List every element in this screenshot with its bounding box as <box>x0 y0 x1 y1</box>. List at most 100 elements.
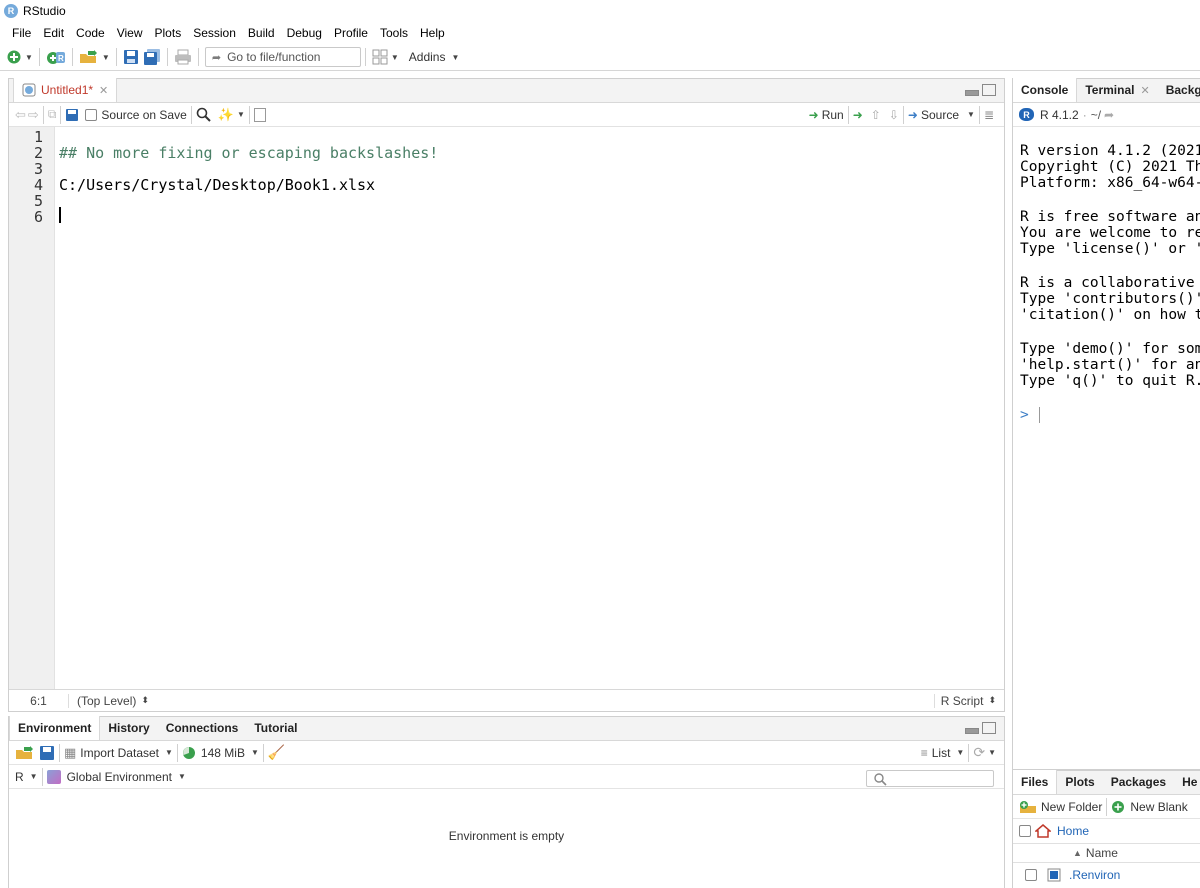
tab-history[interactable]: History <box>100 716 157 740</box>
toolbar-divider <box>902 105 904 124</box>
new-project-button[interactable]: R <box>44 46 68 68</box>
sort-ascending-icon: ▲ <box>1073 848 1082 858</box>
back-icon[interactable]: ⇦ <box>15 107 26 123</box>
files-pane: Files Plots Packages He New Folder New B… <box>1012 770 1200 888</box>
r-version-label: R 4.1.2 <box>1040 107 1079 122</box>
source-button[interactable]: Source <box>921 108 959 122</box>
toolbar-divider <box>38 48 40 66</box>
console-line: 'citation()' on how t <box>1020 307 1200 323</box>
memory-usage-label[interactable]: 148 MiB <box>201 746 245 760</box>
tab-environment[interactable]: Environment <box>9 716 101 740</box>
run-button[interactable]: Run <box>822 108 844 122</box>
broom-icon[interactable]: 🧹 <box>268 744 285 761</box>
new-file-button[interactable]: ▼ <box>4 46 35 68</box>
save-icon[interactable] <box>65 108 79 122</box>
tab-terminal[interactable]: Terminal ✕ <box>1077 78 1157 102</box>
line-number: 3 <box>33 160 43 178</box>
menu-debug[interactable]: Debug <box>281 26 328 40</box>
file-name-link[interactable]: .Renviron <box>1069 868 1120 882</box>
line-number: 5 <box>33 192 43 210</box>
language-selector[interactable]: R <box>15 770 24 784</box>
menu-edit[interactable]: Edit <box>37 26 70 40</box>
menu-profile[interactable]: Profile <box>328 26 374 40</box>
environment-scope-selector[interactable]: Global Environment <box>67 770 172 784</box>
import-dataset-button[interactable]: Import Dataset <box>80 746 159 760</box>
tab-background-jobs[interactable]: Backg <box>1158 78 1200 102</box>
menu-code[interactable]: Code <box>70 26 111 40</box>
save-icon <box>123 50 138 64</box>
env-search-input[interactable] <box>866 770 994 787</box>
menu-tools[interactable]: Tools <box>374 26 414 40</box>
minimize-pane-icon[interactable] <box>965 90 979 96</box>
tab-plots[interactable]: Plots <box>1057 770 1102 794</box>
print-button[interactable] <box>172 46 194 68</box>
console-line: Type 'q()' to quit R. <box>1020 373 1200 389</box>
source-window-controls <box>965 84 996 96</box>
file-checkbox[interactable] <box>1025 869 1037 881</box>
toolbar-divider <box>248 105 250 124</box>
toolbar-divider <box>71 48 73 66</box>
source-on-save-checkbox[interactable] <box>85 108 98 121</box>
addins-button[interactable]: Addins ▼ <box>407 46 462 68</box>
close-tab-icon[interactable]: ✕ <box>99 84 108 97</box>
maximize-pane-icon[interactable] <box>982 722 996 734</box>
save-button[interactable] <box>121 46 141 68</box>
tab-files[interactable]: Files <box>1013 770 1058 794</box>
tab-console[interactable]: Console <box>1013 78 1078 102</box>
run-arrow-icon: ➜ <box>808 107 819 122</box>
pane-layout-button[interactable]: ▼ <box>370 46 401 68</box>
text-cursor <box>59 207 61 223</box>
scope-selector[interactable]: (Top Level) <box>77 694 136 708</box>
working-directory[interactable]: ~/ <box>1091 108 1101 122</box>
rerun-icon[interactable]: ➜ <box>853 108 863 122</box>
go-to-directory-icon[interactable]: ➦ <box>1104 108 1114 122</box>
close-tab-icon[interactable]: ✕ <box>1140 84 1149 97</box>
menu-plots[interactable]: Plots <box>149 26 188 40</box>
search-icon[interactable] <box>196 107 212 123</box>
console-output[interactable]: R version 4.1.2 (2021 Copyright (C) 2021… <box>1013 127 1200 767</box>
compile-report-icon[interactable] <box>253 107 266 122</box>
show-in-window-icon[interactable]: ⧉ <box>48 107 57 122</box>
console-line: Type 'license()' or ' <box>1020 241 1200 257</box>
save-workspace-icon[interactable] <box>39 745 55 761</box>
menu-view[interactable]: View <box>111 26 149 40</box>
select-all-checkbox[interactable] <box>1019 825 1031 837</box>
forward-icon[interactable]: ⇨ <box>28 107 39 123</box>
load-workspace-icon[interactable] <box>15 745 35 761</box>
go-to-file-placeholder: Go to file/function <box>227 50 321 64</box>
r-script-file-icon <box>22 83 36 97</box>
new-folder-button[interactable]: New Folder <box>1041 800 1102 814</box>
menu-session[interactable]: Session <box>187 26 242 40</box>
tab-untitled1[interactable]: Untitled1* ✕ <box>13 78 118 102</box>
new-blank-file-button[interactable]: New Blank <box>1130 800 1187 814</box>
go-down-icon[interactable]: ⇩ <box>889 108 899 122</box>
go-to-file-input[interactable]: ➦ Go to file/function <box>204 47 361 67</box>
list-view-button[interactable]: List <box>932 746 951 760</box>
name-column-header[interactable]: Name <box>1086 846 1118 860</box>
tab-help[interactable]: He <box>1174 770 1200 794</box>
document-outline-icon[interactable]: ≣ <box>984 108 994 122</box>
console-tabstrip: Console Terminal ✕ Backg <box>1013 78 1200 103</box>
code-editor[interactable]: ## No more fixing or escaping backslashe… <box>56 127 1004 690</box>
memory-usage-icon <box>182 746 195 759</box>
console-prompt: > <box>1020 407 1029 423</box>
env-scope-bar: R ▼ Global Environment ▼ <box>9 765 1004 789</box>
go-up-icon[interactable]: ⇧ <box>871 108 881 122</box>
toolbar-divider <box>1106 797 1108 816</box>
maximize-pane-icon[interactable] <box>982 84 996 96</box>
refresh-icon[interactable]: ⟳ <box>973 744 985 761</box>
menu-build[interactable]: Build <box>242 26 281 40</box>
menu-file[interactable]: File <box>6 26 37 40</box>
open-file-button[interactable]: ▼ <box>77 46 112 68</box>
home-breadcrumb-link[interactable]: Home <box>1057 824 1089 838</box>
tab-tutorial[interactable]: Tutorial <box>246 716 305 740</box>
tab-connections[interactable]: Connections <box>158 716 247 740</box>
file-row[interactable]: .Renviron <box>1013 864 1200 886</box>
minimize-pane-icon[interactable] <box>965 728 979 734</box>
save-all-button[interactable] <box>141 46 163 68</box>
menu-help[interactable]: Help <box>414 26 451 40</box>
filetype-selector[interactable]: R Script <box>933 693 983 708</box>
magic-wand-icon[interactable]: ✨ <box>218 107 234 123</box>
tab-packages[interactable]: Packages <box>1103 770 1174 794</box>
title-bar: R RStudio <box>0 0 1200 22</box>
